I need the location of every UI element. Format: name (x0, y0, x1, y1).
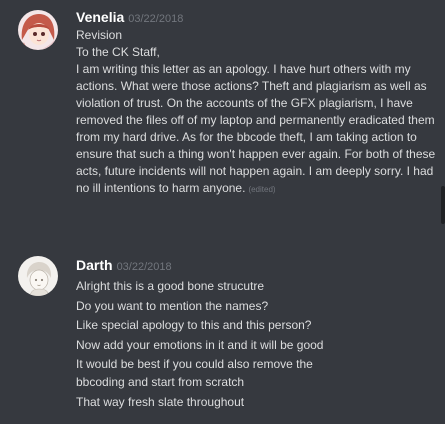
edited-label: (edited) (248, 185, 276, 194)
avatar[interactable] (18, 256, 58, 296)
username[interactable]: Venelia (76, 9, 124, 25)
anime-girl-avatar-icon (18, 10, 58, 50)
message-line: Now add your emotions in it and it will … (76, 337, 324, 352)
message-line: Alright this is a good bone strucutre (76, 279, 265, 293)
message-header: Venelia 03/22/2018 (76, 8, 183, 28)
message-header: Darth 03/22/2018 (76, 256, 172, 276)
message-group-venelia: Venelia 03/22/2018 Revision To the CK Sta… (0, 0, 445, 232)
message-line: That way fresh slate throughout (76, 394, 245, 409)
timestamp: 03/22/2018 (128, 13, 184, 25)
message-line: It would be best if you could also remov… (76, 357, 313, 389)
sketch-character-avatar-icon (18, 256, 58, 296)
message-line: To the CK Staff, (76, 45, 160, 59)
scrollbar-thumb[interactable] (441, 186, 445, 224)
message-line: Do you want to mention the names? (76, 298, 269, 313)
message-line: Like special apology to this and this pe… (76, 318, 312, 332)
message-group-darth: Darth 03/22/2018 Alright this is a good b… (0, 244, 445, 424)
username[interactable]: Darth (76, 257, 113, 273)
message-line: Revision (76, 28, 123, 42)
message-content: Alright this is a good bone strucutre Do… (76, 277, 436, 412)
message-line: I am writing this letter as an apology. … (76, 62, 436, 195)
message-content: Revision To the CK Staff, I am writing t… (76, 27, 436, 198)
message-paragraph: I am writing this letter as an apology. … (76, 61, 436, 198)
avatar[interactable] (18, 10, 58, 50)
timestamp: 03/22/2018 (116, 261, 172, 273)
